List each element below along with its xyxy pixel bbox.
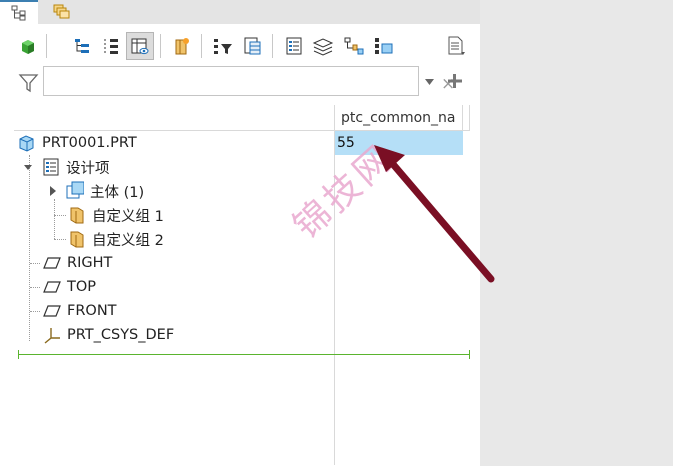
annotation-arrow	[374, 145, 495, 283]
